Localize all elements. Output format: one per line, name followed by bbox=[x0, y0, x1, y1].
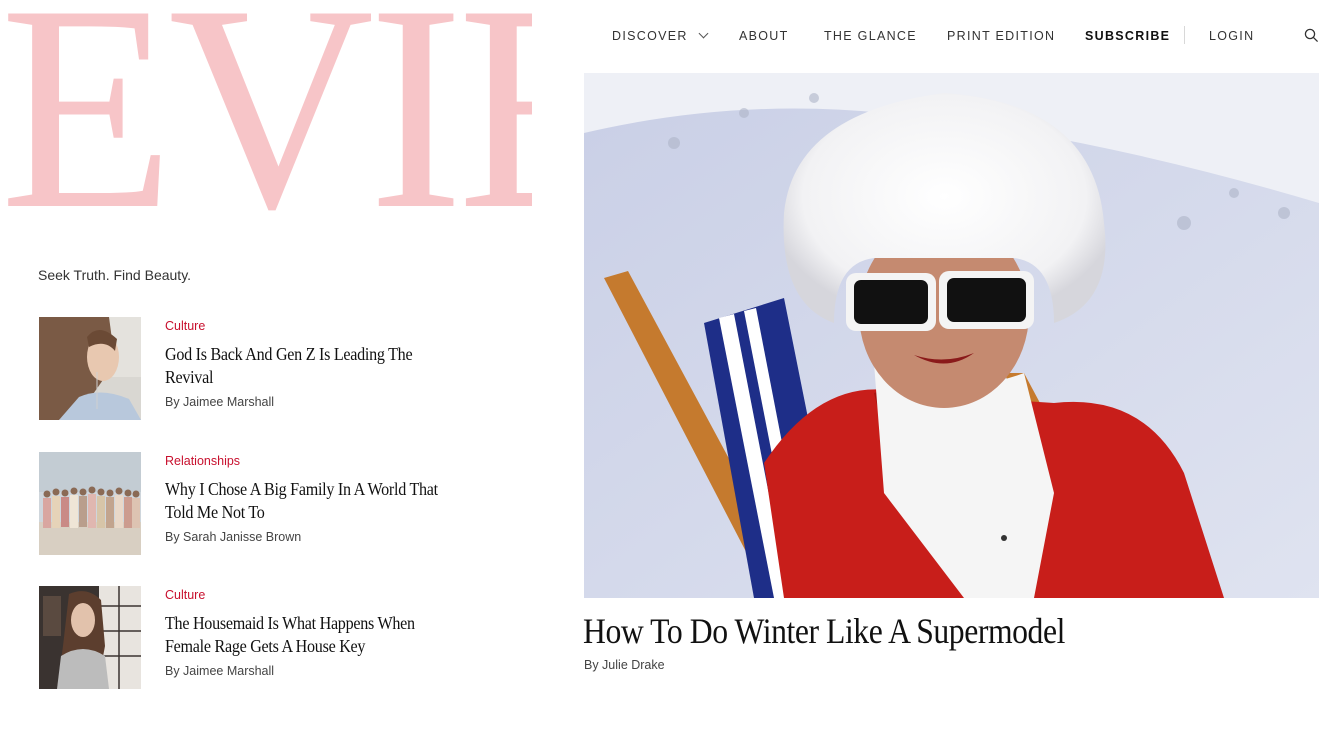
article-image-housemaid bbox=[39, 586, 141, 689]
article-card[interactable]: Culture God Is Back And Gen Z Is Leading… bbox=[39, 317, 459, 420]
article-thumbnail[interactable] bbox=[39, 317, 141, 420]
nav-subscribe[interactable]: SUBSCRIBE bbox=[1085, 29, 1170, 43]
feature-photo-winter-model bbox=[584, 73, 1319, 598]
nav-the-glance[interactable]: THE GLANCE bbox=[824, 29, 917, 43]
nav-discover[interactable]: DISCOVER bbox=[612, 28, 709, 43]
article-byline: By Jaimee Marshall bbox=[165, 664, 275, 678]
feature-byline: By Julie Drake bbox=[584, 658, 665, 672]
article-title[interactable]: The Housemaid Is What Happens When Femal… bbox=[165, 612, 450, 658]
search-icon[interactable] bbox=[1304, 28, 1318, 42]
article-image-portrait bbox=[39, 317, 141, 420]
article-thumbnail[interactable] bbox=[39, 452, 141, 555]
chevron-down-icon bbox=[698, 28, 709, 39]
nav-about[interactable]: ABOUT bbox=[739, 29, 789, 43]
article-byline: By Jaimee Marshall bbox=[165, 395, 275, 409]
article-category[interactable]: Culture bbox=[165, 587, 455, 603]
feature-image[interactable] bbox=[584, 73, 1319, 598]
site-tagline: Seek Truth. Find Beauty. bbox=[38, 267, 192, 283]
article-category[interactable]: Relationships bbox=[165, 453, 455, 469]
nav-discover-label: DISCOVER bbox=[612, 29, 688, 43]
article-category[interactable]: Culture bbox=[165, 318, 455, 334]
nav-login[interactable]: LOGIN bbox=[1209, 29, 1254, 43]
article-byline: By Sarah Janisse Brown bbox=[165, 530, 302, 544]
article-card[interactable]: Culture The Housemaid Is What Happens Wh… bbox=[39, 586, 459, 689]
article-thumbnail[interactable] bbox=[39, 586, 141, 689]
article-card[interactable]: Relationships Why I Chose A Big Family I… bbox=[39, 452, 459, 555]
nav-divider bbox=[1184, 26, 1185, 44]
feature-title[interactable]: How To Do Winter Like A Supermodel bbox=[583, 611, 1065, 651]
site-logo[interactable]: EVIE bbox=[0, 0, 532, 225]
nav-print-edition[interactable]: PRINT EDITION bbox=[947, 29, 1055, 43]
article-image-family bbox=[39, 452, 141, 555]
article-title[interactable]: God Is Back And Gen Z Is Leading The Rev… bbox=[165, 343, 450, 389]
article-title[interactable]: Why I Chose A Big Family In A World That… bbox=[165, 478, 450, 524]
